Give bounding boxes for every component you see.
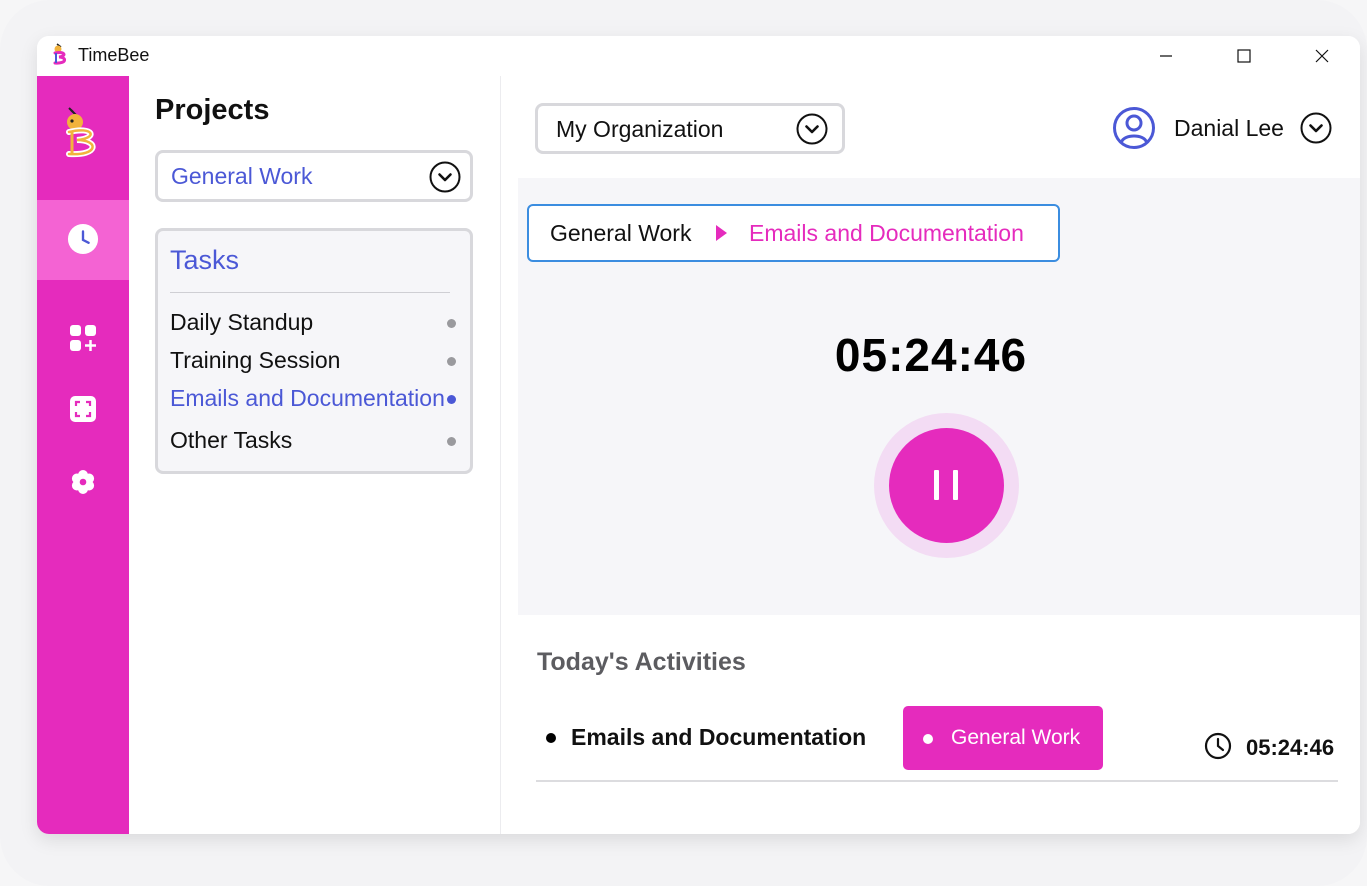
task-label: Other Tasks: [170, 427, 293, 453]
organization-dropdown-value: My Organization: [556, 116, 724, 142]
activity-duration: 05:24:46: [1246, 735, 1335, 760]
tasks-list: Tasks Daily Standup Training Session Ema…: [155, 228, 473, 474]
task-item-daily-standup[interactable]: Daily Standup: [170, 309, 460, 339]
title-bar: TimeBee: [37, 36, 1360, 76]
tag-dot: [923, 734, 933, 744]
activities-title: Today's Activities: [537, 648, 746, 676]
user-name: Danial Lee: [1174, 115, 1284, 141]
activity-row[interactable]: Emails and Documentation General Work 05…: [536, 704, 1338, 782]
sidebar-item-apps[interactable]: [67, 322, 99, 354]
clock-icon: [67, 223, 99, 255]
breadcrumb: General Work Emails and Documentation: [527, 204, 1060, 262]
sidebar-item-settings[interactable]: [67, 466, 99, 498]
pause-button[interactable]: [889, 428, 1004, 543]
chevron-down-icon: [429, 161, 461, 193]
user-menu[interactable]: Danial Lee: [1112, 104, 1352, 152]
activity-bullet: [546, 733, 556, 743]
minimize-button[interactable]: [1127, 36, 1205, 76]
timebee-logo-icon: [53, 43, 66, 65]
task-status-dot: [447, 395, 456, 404]
main-content: My Organization Danial Lee General Work: [502, 76, 1360, 834]
maximize-icon: [1237, 49, 1251, 63]
close-icon: [1315, 49, 1329, 63]
app-window: TimeBee Projects General Work Tasks Dail…: [37, 36, 1360, 834]
screenshot-icon: [70, 396, 96, 422]
timer-panel: General Work Emails and Documentation 05…: [518, 178, 1360, 615]
task-item-training-session[interactable]: Training Session: [170, 347, 460, 377]
sidebar-rail: [37, 76, 129, 834]
app-title: TimeBee: [78, 45, 150, 65]
add-widget-icon: [70, 325, 96, 351]
task-item-emails-and-documentation[interactable]: Emails and Documentation: [170, 385, 460, 415]
tasks-divider: [170, 292, 450, 293]
activity-task: Emails and Documentation: [571, 724, 867, 750]
breadcrumb-project[interactable]: General Work: [550, 220, 691, 247]
task-label: Training Session: [170, 347, 341, 373]
close-button[interactable]: [1283, 36, 1360, 76]
task-status-dot: [447, 357, 456, 366]
pause-icon-bar: [953, 470, 958, 500]
sidebar-item-screenshots[interactable]: [67, 393, 99, 425]
tasks-heading: Tasks: [170, 245, 240, 275]
activity-project-label: General Work: [951, 726, 1081, 749]
projects-title: Projects: [155, 94, 270, 126]
user-avatar-icon: [1113, 107, 1155, 149]
settings-icon: [71, 470, 95, 494]
maximize-button[interactable]: [1205, 36, 1283, 76]
chevron-down-icon: [796, 113, 828, 145]
clock-icon: [1204, 732, 1232, 760]
caret-right-icon: [716, 225, 727, 241]
task-item-other-tasks[interactable]: Other Tasks: [170, 427, 460, 457]
activity-project-tag[interactable]: General Work: [903, 706, 1103, 770]
sidebar-item-timer[interactable]: [67, 223, 99, 255]
task-status-dot: [447, 437, 456, 446]
task-label: Emails and Documentation: [170, 385, 445, 411]
task-label: Daily Standup: [170, 309, 314, 335]
projects-panel: Projects General Work Tasks Daily Standu…: [129, 76, 501, 834]
project-dropdown-value: General Work: [171, 163, 313, 189]
task-status-dot: [447, 319, 456, 328]
minimize-icon: [1160, 55, 1172, 57]
chevron-down-icon[interactable]: [1300, 112, 1332, 144]
project-dropdown[interactable]: General Work: [155, 150, 473, 202]
pause-icon: [934, 470, 939, 500]
timer-display: 05:24:46: [834, 329, 1028, 381]
breadcrumb-task: Emails and Documentation: [749, 220, 1024, 246]
timebee-brand-icon: [66, 107, 96, 158]
organization-dropdown[interactable]: My Organization: [535, 103, 845, 154]
